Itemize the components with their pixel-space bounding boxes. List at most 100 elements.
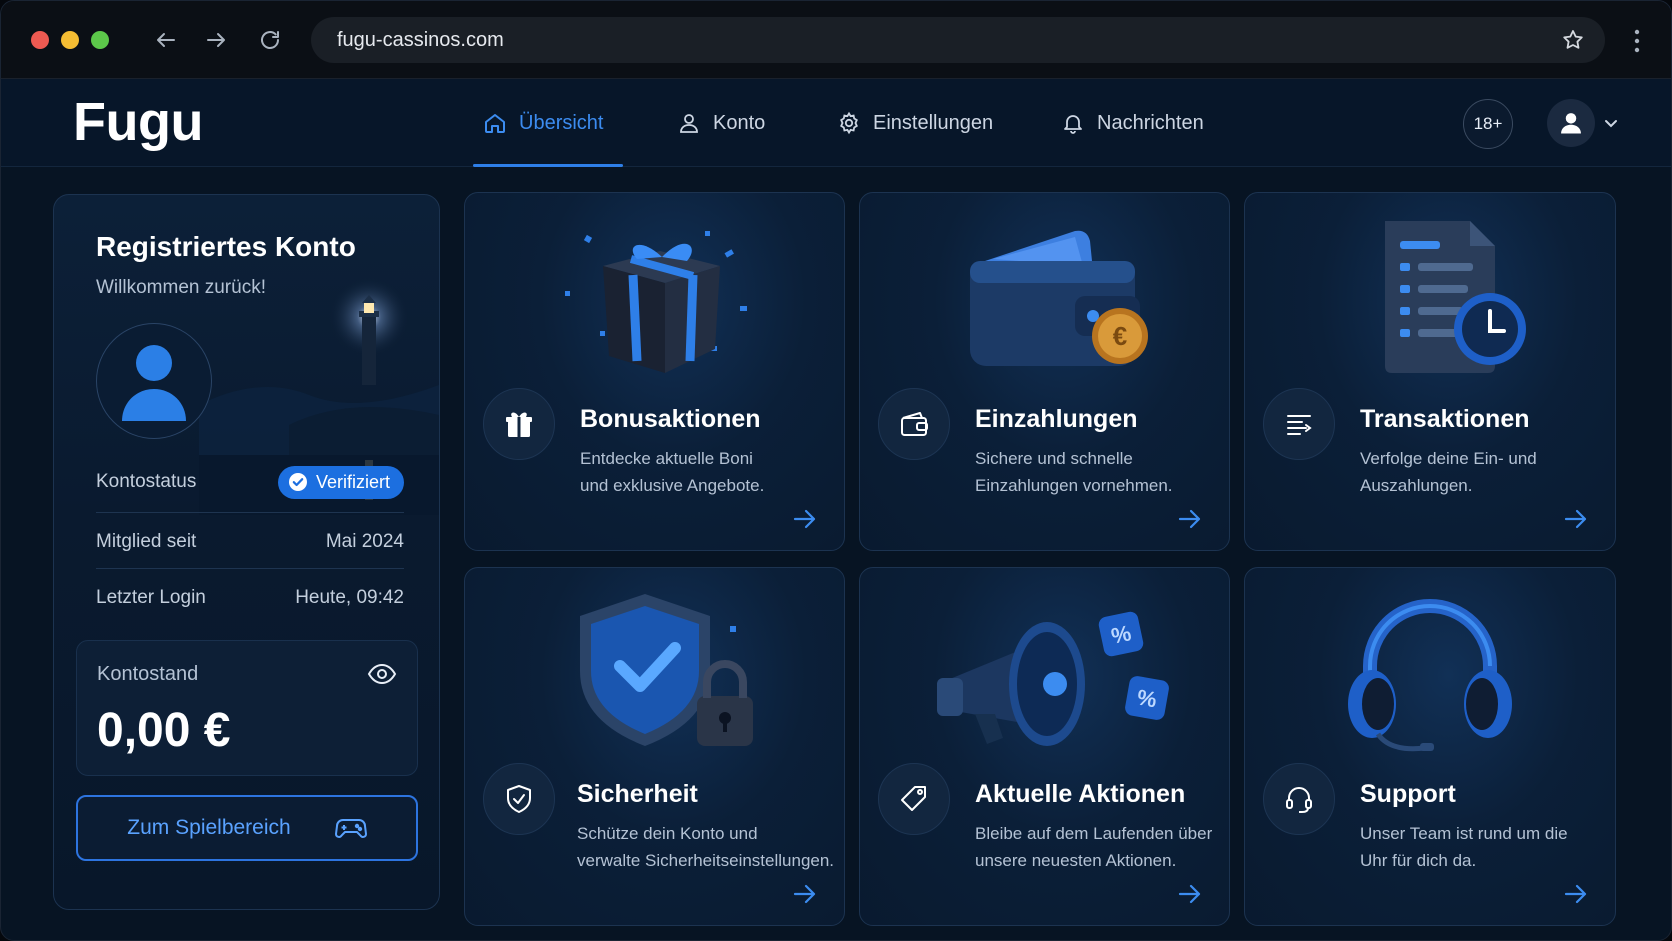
member-value: Mai 2024	[325, 531, 404, 552]
back-button[interactable]	[151, 25, 181, 55]
card-support[interactable]: Support Unser Team ist rund um die Uhr fü…	[1244, 567, 1616, 926]
play-area-button[interactable]: Zum Spielbereich	[76, 795, 418, 861]
user-avatar-icon	[122, 345, 186, 421]
arrow-right-icon[interactable]	[1177, 508, 1203, 530]
tab-overview-label: Übersicht	[519, 111, 604, 134]
address-bar[interactable]: fugu-cassinos.com	[311, 17, 1605, 63]
card-promotions-line2: unsere neuesten Aktionen.	[975, 851, 1177, 870]
card-security-description: Schütze dein Konto und verwalte Sicherhei…	[577, 820, 843, 874]
account-status-row: Kontostatus Verifiziert	[96, 465, 404, 499]
card-bonus-description: Entdecke aktuelle Boni und exklusive Ange…	[580, 445, 840, 499]
card-support-line1: Unser Team ist rund um die	[1360, 824, 1568, 843]
card-deposits[interactable]: € Einzahlungen Sichere und schnelle Einza…	[859, 192, 1230, 551]
headset-illustration	[1348, 599, 1512, 752]
profile-avatar	[96, 323, 212, 439]
card-transactions-line2: Auszahlungen.	[1360, 476, 1473, 495]
arrow-left-icon	[157, 33, 175, 47]
url-text: fugu-cassinos.com	[337, 28, 504, 51]
gift-illustration	[564, 231, 747, 373]
app-header: Fugu Übersicht Konto Einstellungen Nachr…	[1, 79, 1671, 167]
tag-icon	[901, 786, 926, 811]
balance-box: Kontostand 0,00 €	[76, 640, 418, 776]
card-security-title: Sicherheit	[577, 780, 698, 808]
card-security-icon-wrap	[483, 763, 555, 835]
arrow-right-icon[interactable]	[1563, 883, 1589, 905]
balance-value: 0,00 €	[97, 704, 231, 757]
user-menu-avatar[interactable]	[1547, 99, 1595, 147]
arrow-right-icon[interactable]	[1177, 883, 1203, 905]
card-promotions-icon-wrap	[878, 763, 950, 835]
minimize-window-button[interactable]	[61, 31, 79, 49]
tab-account-label: Konto	[713, 111, 766, 134]
card-promotions-line1: Bleibe auf dem Laufenden über	[975, 824, 1213, 843]
bookmark-star-icon[interactable]	[1561, 28, 1585, 52]
browser-menu-icon[interactable]	[1627, 27, 1647, 55]
verified-badge: Verifiziert	[277, 465, 404, 499]
arrow-right-icon[interactable]	[792, 883, 818, 905]
maximize-window-button[interactable]	[91, 31, 109, 49]
age-restriction-badge: 18+	[1463, 99, 1513, 149]
bell-icon	[1064, 115, 1082, 134]
svg-text:€: €	[1112, 321, 1126, 351]
card-support-description: Unser Team ist rund um die Uhr für dich d…	[1360, 820, 1615, 874]
member-since-row: Mitglied seit Mai 2024	[96, 525, 404, 559]
shield-icon	[507, 785, 531, 813]
login-label: Letzter Login	[96, 587, 206, 608]
arrow-right-icon[interactable]	[1563, 508, 1589, 530]
gear-icon	[840, 111, 858, 135]
arrow-right-icon[interactable]	[792, 508, 818, 530]
gamepad-icon	[334, 819, 367, 838]
welcome-text: Willkommen zurück!	[96, 277, 266, 298]
account-title: Registriertes Konto	[96, 231, 356, 262]
tab-settings-label: Einstellungen	[873, 111, 994, 134]
card-security-line2: verwalte Sicherheitseinstellungen.	[577, 851, 835, 870]
home-icon	[485, 114, 505, 133]
chevron-down-icon[interactable]	[1603, 115, 1619, 131]
document-clock-illustration	[1385, 221, 1526, 373]
wallet-illustration: €	[969, 230, 1148, 366]
card-promotions[interactable]: % % Aktuelle Aktionen Bleibe auf dem Lau…	[859, 567, 1230, 926]
card-bonus[interactable]: Bonusaktionen Entdecke aktuelle Boni und …	[464, 192, 845, 551]
card-transactions-description: Verfolge deine Ein- und Auszahlungen.	[1360, 445, 1615, 499]
card-bonus-line2: und exklusive Angebote.	[580, 476, 765, 495]
card-promotions-description: Bleibe auf dem Laufenden über unsere neue…	[975, 820, 1229, 874]
megaphone-illustration: % %	[936, 611, 1169, 746]
user-icon	[680, 114, 698, 133]
user-avatar-icon	[1561, 113, 1581, 134]
tab-settings[interactable]: Einstellungen	[831, 79, 999, 167]
arrow-right-icon	[207, 33, 225, 47]
eye-icon[interactable]	[367, 661, 397, 687]
card-deposits-line2: Einzahlungen vornehmen.	[975, 476, 1173, 495]
reload-icon	[261, 31, 279, 49]
close-window-button[interactable]	[31, 31, 49, 49]
card-security-line1: Schütze dein Konto und	[577, 824, 758, 843]
card-bonus-line1: Entdecke aktuelle Boni	[580, 449, 753, 468]
card-security[interactable]: Sicherheit Schütze dein Konto und verwalt…	[464, 567, 845, 926]
divider	[96, 512, 404, 513]
wallet-icon	[901, 412, 928, 436]
logo[interactable]: Fugu	[73, 91, 203, 153]
card-support-line2: Uhr für dich da.	[1360, 851, 1477, 870]
account-panel: Registriertes Konto Willkommen zurück! K…	[53, 194, 440, 910]
card-transactions-title: Transaktionen	[1360, 405, 1530, 433]
reload-button[interactable]	[255, 25, 285, 55]
forward-button[interactable]	[201, 25, 231, 55]
tab-messages[interactable]: Nachrichten	[1055, 79, 1210, 167]
card-promotions-title: Aktuelle Aktionen	[975, 780, 1186, 808]
card-transactions-icon-wrap	[1263, 388, 1335, 460]
card-bonus-title: Bonusaktionen	[580, 405, 761, 433]
card-transactions[interactable]: Transaktionen Verfolge deine Ein- und Aus…	[1244, 192, 1616, 551]
card-support-icon-wrap	[1263, 763, 1335, 835]
divider	[96, 568, 404, 569]
tab-messages-label: Nachrichten	[1097, 111, 1204, 134]
gift-icon	[506, 412, 532, 437]
list-icon	[1287, 415, 1312, 435]
tab-account[interactable]: Konto	[671, 79, 771, 167]
balance-label: Kontostand	[97, 663, 199, 685]
play-area-label: Zum Spielbereich	[127, 816, 291, 839]
tab-overview[interactable]: Übersicht	[472, 79, 625, 167]
check-circle-icon	[288, 473, 307, 491]
member-label: Mitglied seit	[96, 531, 197, 552]
card-deposits-description: Sichere und schnelle Einzahlungen vornehm…	[975, 445, 1229, 499]
card-deposits-icon-wrap	[878, 388, 950, 460]
